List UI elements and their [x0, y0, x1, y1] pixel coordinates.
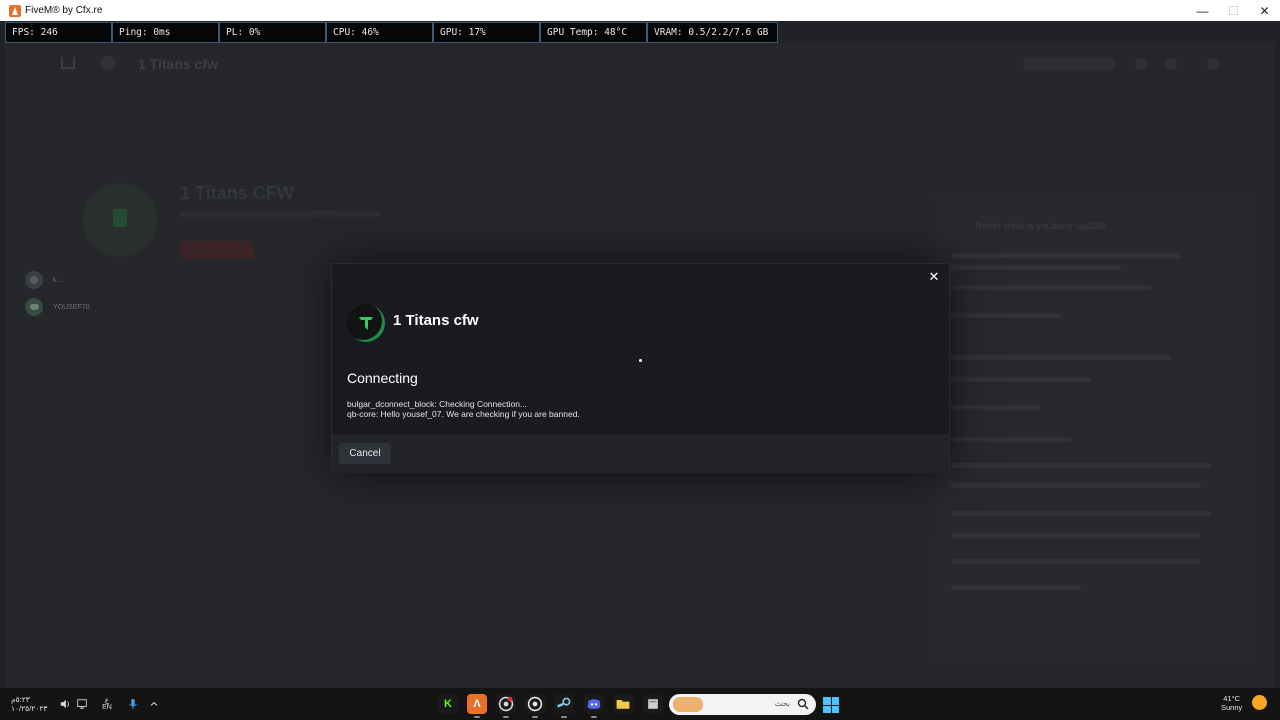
language-indicator[interactable]: ع EN — [100, 697, 114, 711]
user-icon[interactable] — [1207, 58, 1219, 70]
weather-description: Sunny — [1221, 703, 1243, 712]
nav-server-title: 1 Titans cfw — [138, 56, 218, 72]
titans-logo-icon — [359, 317, 373, 330]
gpu-temp-readout: GPU Temp: 48°C — [540, 22, 647, 43]
panel-text-line — [951, 377, 1091, 382]
cpu-readout: CPU: 46% — [326, 22, 433, 43]
panel-text-line — [951, 355, 1171, 360]
discord-icon[interactable] — [584, 694, 604, 718]
clock-date: ١٠/٢٥/٢٠٢٣ — [11, 704, 48, 713]
fps-readout: FPS: 246 — [5, 22, 112, 43]
performance-overlay: FPS: 246 Ping: 0ms PL: 0% CPU: 46% GPU: … — [5, 22, 778, 43]
network-icon[interactable] — [75, 697, 89, 711]
back-icon[interactable] — [101, 56, 115, 70]
player-avatar — [25, 271, 43, 289]
connecting-dialog: ✕ 1 Titans cfw Connecting bulgar_dconnec… — [331, 263, 950, 473]
panel-text-line — [951, 253, 1181, 258]
search-bar[interactable]: بحث — [669, 694, 816, 715]
gear-icon[interactable] — [1165, 58, 1177, 70]
connection-status-title: Connecting — [347, 370, 418, 386]
panel-text-line — [951, 511, 1211, 516]
panel-text-line — [951, 585, 1081, 590]
server-hero-logo — [83, 183, 157, 257]
title-bar: FiveM® by Cfx.re — ☐ ✕ — [0, 0, 1280, 21]
panel-text-line — [951, 313, 1061, 318]
nav-status-pill — [1023, 57, 1115, 71]
panel-text-line — [951, 533, 1201, 538]
window-title: FiveM® by Cfx.re — [25, 5, 103, 16]
top-navigation: 1 Titans cfw — [5, 43, 1275, 87]
gpu-readout: GPU: 17% — [433, 22, 540, 43]
obs-icon[interactable] — [525, 694, 545, 718]
packet-loss-readout: PL: 0% — [219, 22, 326, 43]
start-button[interactable] — [823, 697, 839, 713]
weather-temperature: 41°C — [1223, 694, 1241, 703]
connect-button[interactable] — [180, 241, 254, 259]
discord-icon — [25, 298, 43, 316]
panel-text-line — [951, 463, 1211, 468]
search-icon — [797, 698, 809, 710]
settings-icon[interactable] — [1135, 58, 1147, 70]
panel-text-line — [951, 285, 1151, 290]
clock-time: ٥:٢٣م — [11, 695, 30, 704]
language-sub-label: EN — [102, 704, 112, 711]
player-name: YOUSEF70 — [53, 303, 90, 311]
server-hero-subtitle — [180, 211, 380, 217]
status-line: qb-core: Hello yousef_07. We are checkin… — [347, 408, 580, 419]
connection-status-log: bulgar_dconnect_block: Checking Connecti… — [347, 399, 580, 419]
maximize-button[interactable]: ☐ — [1218, 0, 1249, 21]
dialog-footer: Cancel — [332, 434, 949, 473]
chrome-icon[interactable] — [496, 694, 516, 718]
clock[interactable]: ٥:٢٣م ١٠/٢٥/٢٠٢٣ — [11, 695, 47, 713]
chevron-up-icon[interactable] — [147, 697, 161, 711]
close-icon[interactable]: ✕ — [927, 269, 941, 284]
server-hero-title: 1 Titans CFW — [180, 183, 294, 203]
server-name: 1 Titans cfw — [393, 312, 479, 329]
windows-taskbar: ٥:٢٣م ١٠/٢٥/٢٠٢٣ ع EN K Λ بحث 41°C Sunny — [0, 688, 1280, 720]
server-logo — [347, 304, 385, 342]
language-label: ع — [104, 697, 110, 704]
home-icon[interactable] — [61, 57, 75, 69]
panel-text-line — [951, 265, 1121, 270]
ping-readout: Ping: 0ms — [112, 22, 219, 43]
fivem-app-icon — [9, 4, 21, 17]
minimize-button[interactable]: — — [1187, 0, 1218, 21]
volume-icon[interactable] — [58, 697, 72, 711]
file-app-icon[interactable] — [643, 694, 663, 714]
close-window-button[interactable]: ✕ — [1249, 0, 1280, 21]
kick-icon[interactable]: K — [438, 694, 458, 714]
weather-widget[interactable]: 41°C Sunny — [1221, 694, 1242, 712]
player-name: k... — [53, 276, 63, 284]
cancel-button[interactable]: Cancel — [339, 443, 391, 464]
panel-text-line — [951, 405, 1041, 410]
search-highlight-icon — [673, 697, 703, 712]
player-row: YOUSEF70 — [25, 298, 90, 316]
panel-text-line — [951, 483, 1201, 488]
fivem-icon[interactable]: Λ — [467, 694, 487, 718]
server-info-panel: Never miss a vacancy update — [935, 193, 1255, 663]
steam-icon[interactable] — [554, 694, 574, 718]
panel-text-line — [951, 437, 1071, 442]
sun-icon — [1252, 695, 1267, 710]
window-controls: — ☐ ✕ — [1187, 0, 1280, 21]
microphone-icon[interactable] — [126, 697, 140, 711]
vram-readout: VRAM: 0.5/2.2/7.6 GB — [647, 22, 778, 43]
mouse-cursor — [639, 359, 642, 362]
search-placeholder: بحث — [774, 699, 790, 708]
folder-icon[interactable] — [613, 694, 633, 714]
panel-text-line — [951, 559, 1201, 564]
panel-title: Never miss a vacancy update — [975, 221, 1107, 232]
player-row: k... — [25, 271, 62, 289]
